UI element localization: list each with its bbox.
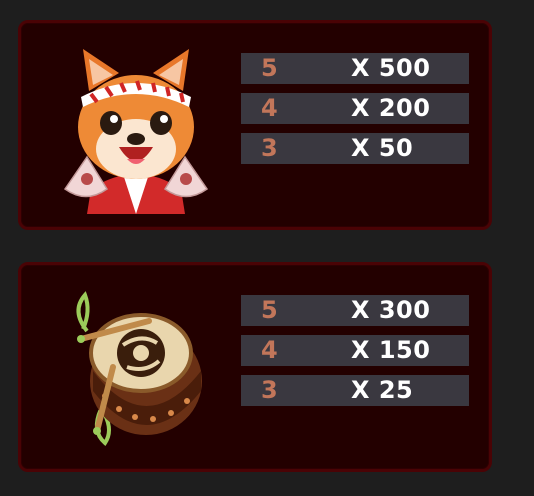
payout-multiplier: X 200	[351, 94, 431, 122]
paytable-panel-dog: 5 X 500 4 X 200 3 X 50	[18, 20, 492, 230]
payout-multiplier: X 500	[351, 54, 431, 82]
payout-list: 5 X 300 4 X 150 3 X 25	[241, 295, 469, 415]
payout-row: 3 X 50	[241, 133, 469, 164]
payout-list: 5 X 500 4 X 200 3 X 50	[241, 53, 469, 173]
payout-multiplier: X 300	[351, 296, 431, 324]
payout-row: 5 X 500	[241, 53, 469, 84]
paytable-panel-drum: 5 X 300 4 X 150 3 X 25	[18, 262, 492, 472]
payout-row: 5 X 300	[241, 295, 469, 326]
payout-multiplier: X 50	[351, 134, 414, 162]
symbol-count: 3	[261, 134, 278, 162]
payout-row: 3 X 25	[241, 375, 469, 406]
payout-multiplier: X 150	[351, 336, 431, 364]
symbol-count: 4	[261, 336, 278, 364]
payout-row: 4 X 200	[241, 93, 469, 124]
taiko-drum-icon	[76, 291, 202, 446]
symbol-count: 4	[261, 94, 278, 122]
shiba-dog-icon	[63, 49, 209, 214]
symbol-count: 5	[261, 54, 278, 82]
payout-row: 4 X 150	[241, 335, 469, 366]
symbol-count: 5	[261, 296, 278, 324]
payout-multiplier: X 25	[351, 376, 414, 404]
symbol-count: 3	[261, 376, 278, 404]
